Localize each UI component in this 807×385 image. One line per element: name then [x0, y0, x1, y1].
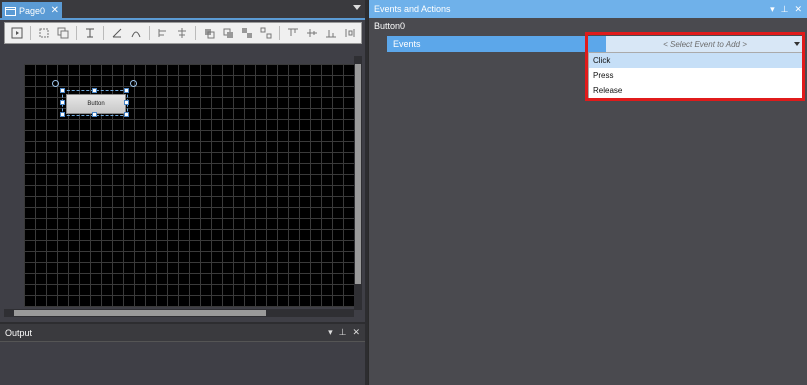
line-tool-icon[interactable]: [109, 25, 125, 41]
output-header: Output ▾ ⊥ ✕: [0, 324, 365, 342]
send-back-icon[interactable]: [220, 25, 236, 41]
align-middle-icon[interactable]: [304, 25, 320, 41]
output-title: Output: [5, 327, 33, 338]
text-tool-icon[interactable]: [82, 25, 98, 41]
panel-title: Events and Actions: [374, 4, 451, 14]
chevron-down-icon[interactable]: [794, 42, 800, 46]
toolbar-divider: [195, 26, 196, 40]
distribute-icon[interactable]: [342, 25, 358, 41]
toolbar-divider: [279, 26, 280, 40]
events-actions-panel: Events and Actions ▾ ⊥ ✕ Button0 Events …: [368, 0, 807, 385]
option-click[interactable]: Click: [589, 53, 804, 68]
chevron-down-icon[interactable]: ▾: [328, 327, 333, 338]
resize-handle[interactable]: [60, 100, 65, 105]
resize-handle[interactable]: [124, 100, 129, 105]
tab-page0[interactable]: Page0 ✕: [2, 2, 62, 20]
align-top-icon[interactable]: [285, 25, 301, 41]
toolbar-divider: [149, 26, 150, 40]
align-left-icon[interactable]: [155, 25, 171, 41]
scrollbar-thumb[interactable]: [14, 310, 266, 316]
events-panel-header: Events and Actions ▾ ⊥ ✕: [369, 0, 807, 18]
selected-object-name: Button0: [374, 21, 406, 31]
editor-toolbar: [4, 22, 362, 44]
toolbar-divider: [30, 26, 31, 40]
page-icon: [5, 6, 16, 16]
chevron-down-icon[interactable]: ▾: [770, 4, 775, 15]
toolbar-divider: [76, 26, 77, 40]
align-bottom-icon[interactable]: [323, 25, 339, 41]
select-area-icon[interactable]: [36, 25, 52, 41]
rotate-handle[interactable]: [130, 80, 137, 87]
document-tabstrip: Page0 ✕: [0, 0, 365, 20]
curve-tool-icon[interactable]: [128, 25, 144, 41]
close-icon[interactable]: ✕: [794, 4, 802, 15]
events-label: Events: [393, 39, 421, 49]
scrollbar-thumb[interactable]: [355, 64, 361, 284]
chevron-down-icon[interactable]: [353, 5, 361, 10]
toolbar-divider: [103, 26, 104, 40]
align-center-icon[interactable]: [174, 25, 190, 41]
vertical-scrollbar[interactable]: [354, 56, 362, 310]
option-press[interactable]: Press: [589, 68, 804, 83]
horizontal-scrollbar[interactable]: [4, 309, 354, 317]
page-editor: Page0 ✕ Button: [0, 0, 365, 322]
bring-front-icon[interactable]: [201, 25, 217, 41]
close-icon[interactable]: ✕: [51, 6, 59, 16]
rotate-handle[interactable]: [52, 80, 59, 87]
option-release[interactable]: Release: [589, 83, 804, 98]
ungroup-icon[interactable]: [258, 25, 274, 41]
event-select-placeholder: < Select Event to Add >: [663, 39, 747, 49]
canvas-button-widget[interactable]: Button: [66, 94, 126, 114]
resize-handle[interactable]: [124, 112, 129, 117]
group-icon[interactable]: [239, 25, 255, 41]
resize-handle[interactable]: [124, 88, 129, 93]
resize-handle[interactable]: [60, 88, 65, 93]
event-options-list: Click Press Release: [588, 52, 805, 100]
design-canvas-area[interactable]: Button: [4, 46, 362, 318]
copy-icon[interactable]: [55, 25, 71, 41]
resize-handle[interactable]: [92, 88, 97, 93]
close-icon[interactable]: ✕: [352, 327, 360, 338]
resize-handle[interactable]: [60, 112, 65, 117]
pin-icon[interactable]: ⊥: [781, 4, 789, 15]
resize-handle[interactable]: [92, 112, 97, 117]
tab-label: Page0: [19, 6, 46, 16]
preview-icon[interactable]: [9, 25, 25, 41]
events-row: Events < Select Event to Add >: [387, 36, 804, 52]
event-select-dropdown[interactable]: < Select Event to Add >: [606, 36, 804, 52]
pin-icon[interactable]: ⊥: [339, 327, 347, 338]
output-panel: Output ▾ ⊥ ✕: [0, 324, 365, 385]
